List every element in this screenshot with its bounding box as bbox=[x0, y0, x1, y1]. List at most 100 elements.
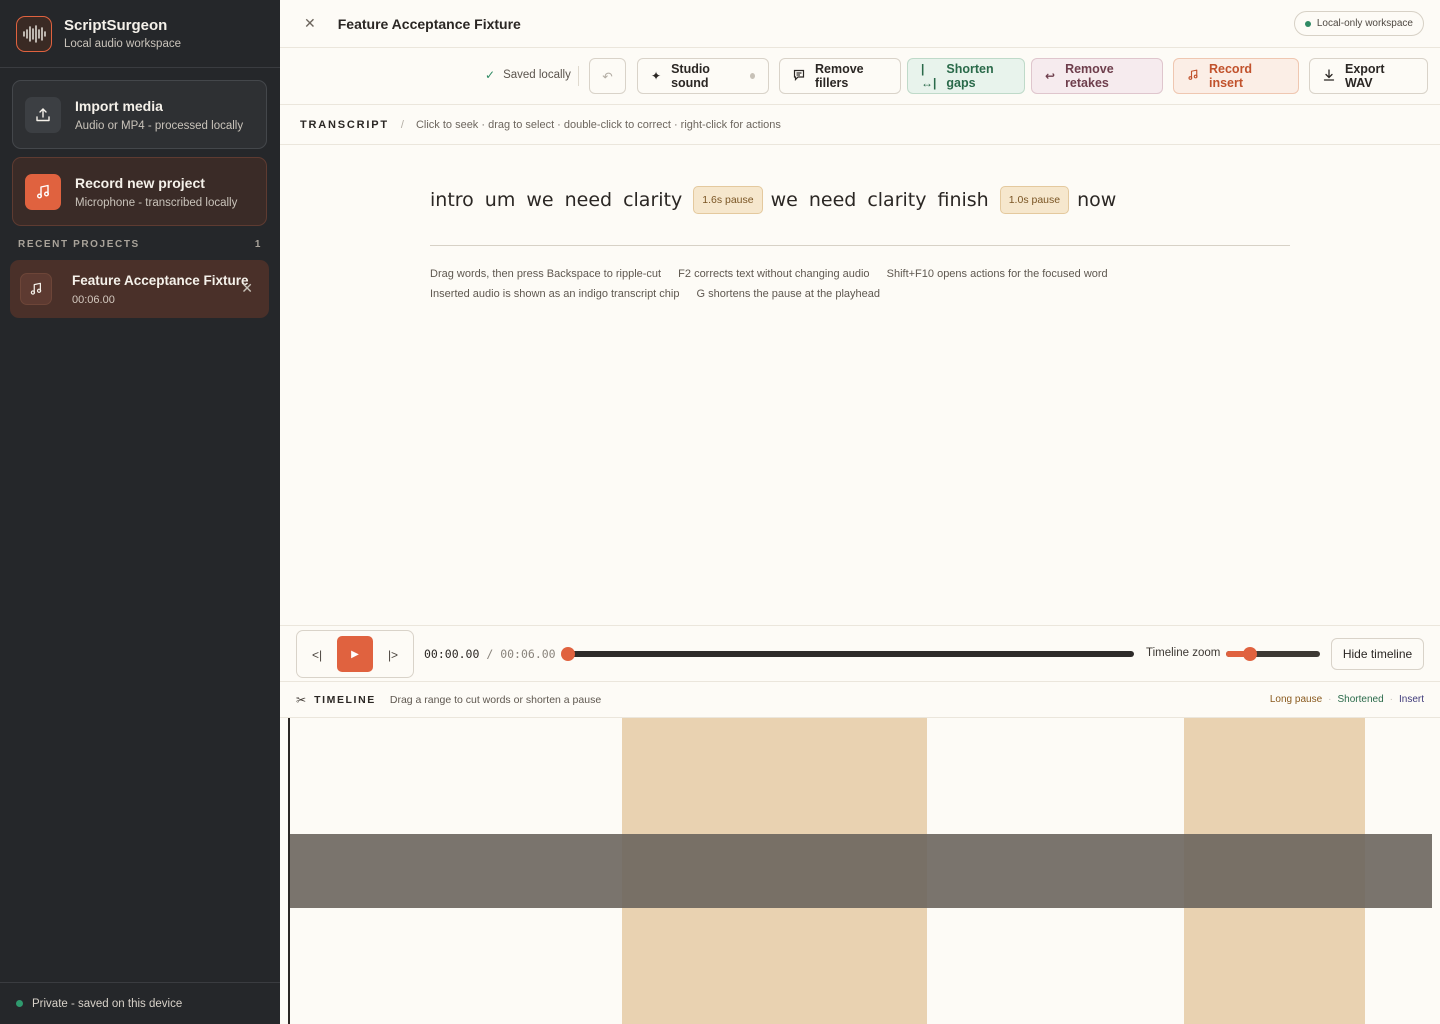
export-wav-button[interactable]: Export WAV bbox=[1309, 58, 1428, 94]
timeline-zoom-slider[interactable] bbox=[1226, 647, 1320, 661]
top-bar: ✕ Feature Acceptance Fixture Local-only … bbox=[280, 0, 1440, 48]
audio-waveform[interactable] bbox=[289, 834, 1432, 908]
transcript-word[interactable]: clarity bbox=[867, 189, 926, 211]
music-note-icon bbox=[1187, 69, 1199, 84]
brand: ScriptSurgeon Local audio workspace bbox=[0, 0, 280, 68]
app-name: ScriptSurgeon bbox=[64, 17, 168, 34]
legend-long-pause: Long pause bbox=[1269, 694, 1323, 705]
recent-projects-header: RECENT PROJECTS 1 bbox=[18, 239, 262, 250]
recent-project-title: Feature Acceptance Fixture bbox=[72, 272, 249, 288]
remove-project-close-icon[interactable]: ✕ bbox=[241, 280, 253, 297]
timeline-label: TIMELINE bbox=[314, 693, 376, 706]
legend-insert: Insert bbox=[1398, 694, 1424, 705]
workspace-badge: Local-only workspace bbox=[1293, 11, 1424, 36]
current-time: 00:00.00 bbox=[424, 647, 480, 661]
tip-text: Drag words, then press Backspace to ripp… bbox=[430, 268, 662, 280]
transcript-word[interactable]: need bbox=[809, 189, 856, 211]
import-media-subtitle: Audio or MP4 - processed locally bbox=[75, 119, 244, 132]
keyboard-tips: Drag words, then press Backspace to ripp… bbox=[430, 264, 1122, 304]
waveform-logo-icon bbox=[16, 15, 52, 52]
export-wav-label: Export WAV bbox=[1345, 62, 1385, 90]
tip-text: F2 corrects text without changing audio bbox=[678, 268, 870, 280]
sidebar: ScriptSurgeon Local audio workspace Impo… bbox=[0, 0, 280, 1024]
pause-chip[interactable]: 1.0s pause bbox=[999, 186, 1070, 214]
skip-back-button[interactable]: <| bbox=[299, 637, 335, 673]
timeline-track[interactable] bbox=[280, 718, 1440, 1024]
toggle-state-dot-icon bbox=[749, 73, 755, 79]
record-new-project-button[interactable]: Record new project Microphone - transcri… bbox=[12, 157, 267, 226]
record-new-project-title: Record new project bbox=[75, 174, 205, 191]
compress-gap-icon: |↔| bbox=[921, 62, 937, 90]
recent-projects-label: RECENT PROJECTS bbox=[18, 239, 140, 250]
undo-icon: ↶ bbox=[602, 69, 613, 84]
skip-forward-icon: |> bbox=[387, 648, 399, 662]
workspace-badge-label: Local-only workspace bbox=[1316, 18, 1413, 29]
download-icon bbox=[1323, 68, 1335, 84]
toolbar-divider bbox=[578, 66, 579, 86]
transcript-word[interactable]: intro bbox=[430, 189, 474, 211]
save-status: ✓ Saved locally bbox=[485, 68, 571, 82]
upload-icon bbox=[25, 96, 61, 133]
skip-forward-button[interactable]: |> bbox=[375, 637, 411, 673]
transcript-words: intro um we need clarity 1.6s pause we n… bbox=[430, 186, 1127, 214]
pause-chip[interactable]: 1.6s pause bbox=[693, 186, 763, 214]
remove-fillers-label: Remove fillers bbox=[815, 62, 864, 90]
status-dot-icon bbox=[16, 1000, 23, 1007]
transcript-word[interactable]: we bbox=[771, 189, 798, 211]
hide-timeline-button[interactable]: Hide timeline bbox=[1331, 638, 1424, 670]
transcript-word[interactable]: now bbox=[1077, 189, 1116, 211]
save-status-label: Saved locally bbox=[503, 69, 571, 81]
privacy-status-text: Private - saved on this device bbox=[32, 997, 183, 1010]
transcript-header: TRANSCRIPT / Click to seek · drag to sel… bbox=[280, 105, 1440, 145]
time-separator: / bbox=[486, 647, 494, 661]
project-title: Feature Acceptance Fixture bbox=[337, 15, 521, 32]
skip-back-icon: <| bbox=[311, 648, 323, 662]
playback-scrubber[interactable] bbox=[561, 647, 1134, 661]
record-insert-button[interactable]: Record insert bbox=[1173, 58, 1299, 94]
zoom-slider-handle[interactable] bbox=[1243, 647, 1257, 661]
transcript-word[interactable]: need bbox=[565, 189, 612, 211]
transcript-word[interactable]: we bbox=[526, 189, 553, 211]
tip-text: Shift+F10 opens actions for the focused … bbox=[886, 268, 1108, 280]
privacy-status: Private - saved on this device bbox=[0, 982, 280, 1024]
chat-bubble-icon bbox=[793, 69, 805, 84]
remove-retakes-button[interactable]: ↩ Remove retakes bbox=[1031, 58, 1163, 94]
remove-retakes-label: Remove retakes bbox=[1065, 62, 1114, 90]
timeline-legend: Long pause · Shortened · Insert bbox=[1264, 694, 1424, 705]
recent-project-item[interactable]: Feature Acceptance Fixture 00:06.00 ✕ bbox=[10, 260, 269, 318]
transcript-word[interactable]: um bbox=[485, 189, 516, 211]
timeline-header: ✂ TIMELINE Drag a range to cut words or … bbox=[280, 682, 1440, 718]
timeline-playhead[interactable] bbox=[288, 718, 290, 1024]
shorten-gaps-button[interactable]: |↔| Shorten gaps bbox=[907, 58, 1025, 94]
import-media-title: Import media bbox=[75, 97, 163, 114]
undo-button[interactable]: ↶ bbox=[589, 58, 626, 94]
record-insert-label: Record insert bbox=[1209, 62, 1253, 90]
retake-arrow-icon: ↩ bbox=[1045, 69, 1056, 83]
remove-fillers-button[interactable]: Remove fillers bbox=[779, 58, 901, 94]
studio-sound-label: Studio sound bbox=[671, 62, 710, 90]
play-icon: ▶ bbox=[351, 648, 359, 660]
studio-sound-button[interactable]: ✦ Studio sound bbox=[637, 58, 769, 94]
play-button[interactable]: ▶ bbox=[337, 636, 373, 672]
transcript-word[interactable]: clarity bbox=[623, 189, 682, 211]
transcript-word[interactable]: finish bbox=[937, 189, 988, 211]
transcript-divider bbox=[430, 245, 1290, 246]
tip-text: G shortens the pause at the playhead bbox=[696, 288, 881, 300]
sparkle-icon: ✦ bbox=[651, 69, 662, 83]
recent-projects-count: 1 bbox=[254, 239, 262, 250]
scrubber-handle[interactable] bbox=[561, 647, 575, 661]
tip-text: Inserted audio is shown as an indigo tra… bbox=[430, 288, 680, 300]
transcript-hint: Click to seek · drag to select · double-… bbox=[415, 118, 781, 131]
record-new-project-subtitle: Microphone - transcribed locally bbox=[75, 196, 238, 209]
breadcrumb-separator: / bbox=[400, 118, 404, 131]
import-media-button[interactable]: Import media Audio or MP4 - processed lo… bbox=[12, 80, 267, 149]
timeline-hint: Drag a range to cut words or shorten a p… bbox=[389, 693, 602, 706]
transcript-label: TRANSCRIPT bbox=[300, 118, 389, 131]
close-project-icon[interactable]: ✕ bbox=[304, 15, 316, 32]
legend-separator: · bbox=[1328, 694, 1332, 705]
legend-separator: · bbox=[1389, 694, 1393, 705]
legend-shortened: Shortened bbox=[1337, 694, 1384, 705]
main-panel: ✕ Feature Acceptance Fixture Local-only … bbox=[280, 0, 1440, 1024]
music-note-icon bbox=[20, 273, 52, 305]
transport-controls: <| ▶ |> bbox=[296, 630, 414, 678]
